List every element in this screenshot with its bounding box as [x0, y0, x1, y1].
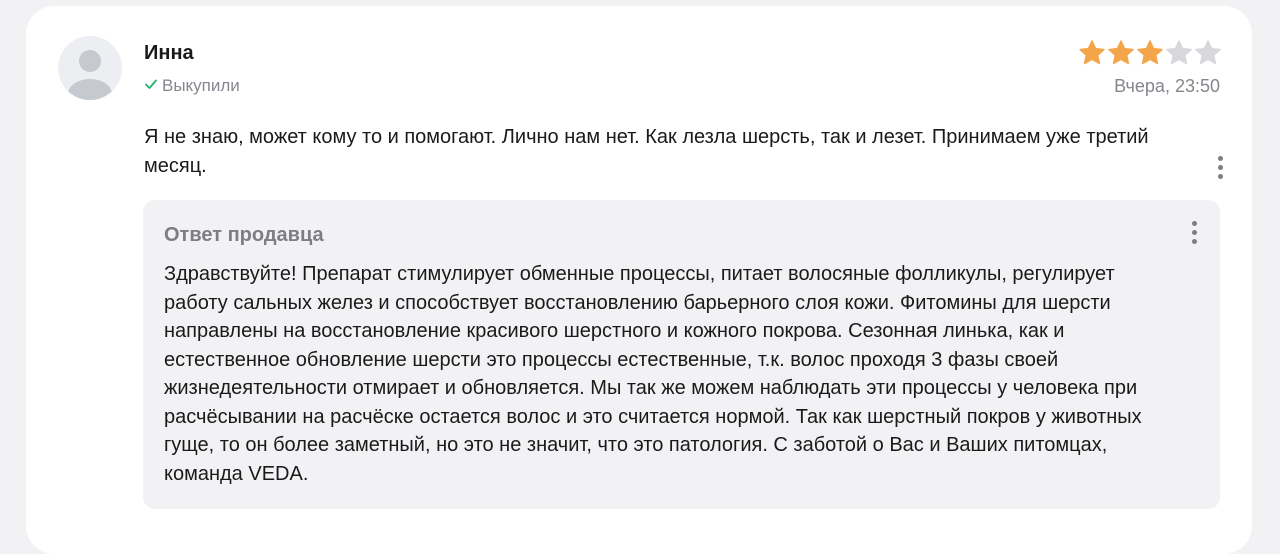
seller-reply-text: Здравствуйте! Препарат стимулирует обмен… [164, 263, 1142, 485]
seller-reply: Ответ продавца Здравствуйте! Препарат ст… [143, 200, 1220, 509]
more-vertical-icon [1192, 221, 1197, 226]
review-date: Вчера, 23:50 [1114, 76, 1220, 96]
star-filled-icon [1137, 40, 1163, 65]
star-empty-icon [1195, 40, 1221, 65]
avatar [58, 36, 122, 100]
review-text: Я не знаю, может кому то и помогают. Лич… [144, 126, 1149, 177]
purchased-label: Выкупили [162, 76, 240, 95]
checkmark-icon [144, 75, 158, 97]
star-filled-icon [1108, 40, 1134, 65]
review-author: Инна [144, 42, 194, 64]
review-card: Инна Выкупили Вчера, 23:50 Я не знаю, мо… [26, 6, 1252, 554]
purchased-status: Выкупили [144, 75, 240, 97]
more-vertical-icon [1218, 156, 1223, 161]
seller-reply-menu-button[interactable] [1184, 218, 1204, 248]
rating-stars [1078, 39, 1222, 65]
star-empty-icon [1166, 40, 1192, 65]
review-menu-button[interactable] [1210, 153, 1230, 183]
star-filled-icon [1079, 40, 1105, 65]
seller-reply-title: Ответ продавца [164, 224, 324, 246]
user-silhouette-icon [68, 50, 112, 100]
